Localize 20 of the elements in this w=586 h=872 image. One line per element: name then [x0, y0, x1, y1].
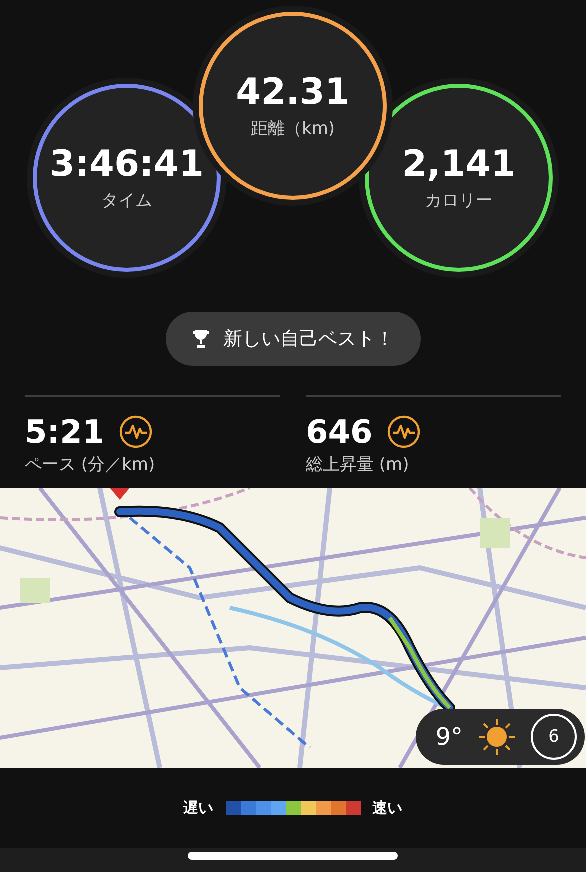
stat-value: 5:21	[25, 413, 105, 451]
stat-label: タイム	[102, 190, 152, 212]
wind-speed: 6	[548, 727, 560, 747]
stat-value: 3:46:41	[50, 144, 204, 185]
fast-label: 速い	[372, 798, 402, 818]
stat-label: カロリー	[425, 190, 493, 212]
temperature-text: 9°	[436, 723, 463, 751]
pulse-icon	[386, 415, 421, 449]
home-indicator[interactable]	[188, 852, 398, 860]
slow-label: 遅い	[184, 798, 214, 818]
badge-text: 新しい自己ベスト！	[224, 327, 394, 352]
stat-value: 646	[306, 413, 373, 451]
stat-value: 42.31	[236, 72, 350, 113]
stat-label: 総上昇量 (m)	[306, 454, 410, 476]
sun-icon	[477, 717, 517, 757]
trophy-icon	[192, 329, 210, 349]
stat-label: 距離（km)	[250, 118, 336, 140]
stat-value: 2,141	[402, 144, 516, 185]
pulse-icon	[118, 415, 153, 449]
stat-label: ペース (分／km)	[25, 454, 156, 476]
